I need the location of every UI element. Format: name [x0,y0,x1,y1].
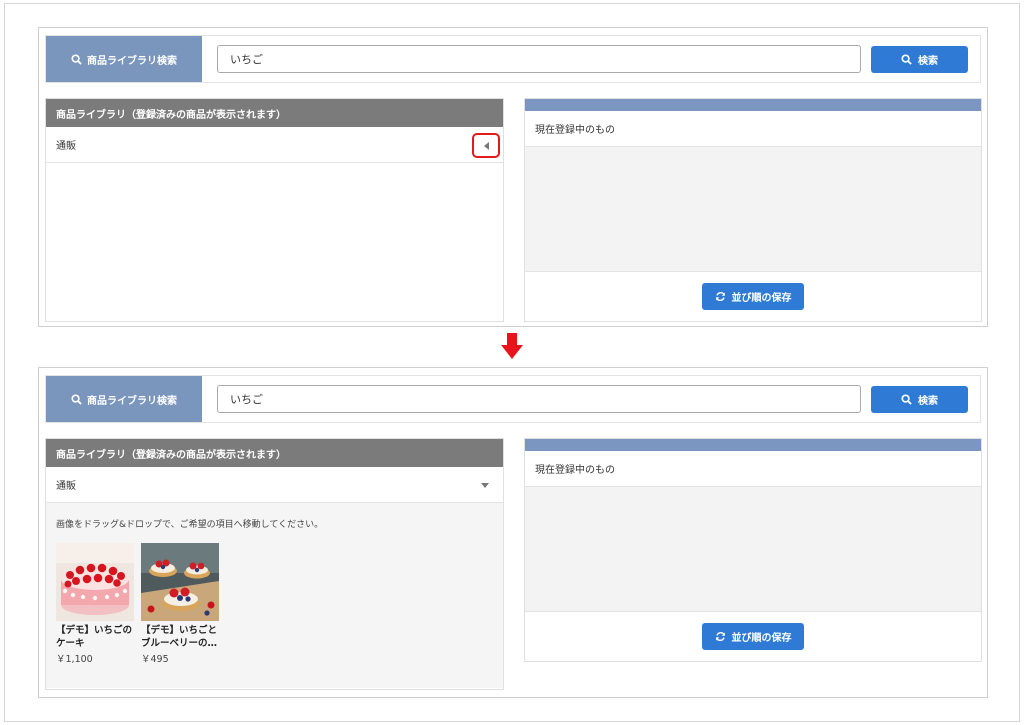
caret-left-icon [483,141,489,150]
search-input-value: いちご [230,53,263,66]
search-button-label: 検索 [918,396,938,407]
after-panel: 商品ライブラリ検索 いちご 検索 商品ライブラリ（登録済みの商品が表示されます）… [38,367,988,698]
product-card[interactable]: 【デモ】いちごとブルーベリーの… ￥495 [141,543,219,666]
search-button[interactable]: 検索 [871,46,968,73]
product-card[interactable]: 【デモ】いちごのケーキ ￥1,100 [56,543,134,666]
library-heading: 商品ライブラリ（登録済みの商品が表示されます） [46,99,503,127]
search-button-label: 検索 [918,56,938,67]
search-icon [71,53,82,65]
search-bar: 商品ライブラリ検索 いちご 検索 [45,35,981,83]
product-library: 商品ライブラリ（登録済みの商品が表示されます） 通販 [45,98,504,322]
search-input-value: いちご [230,393,263,406]
product-name: 【デモ】いちごのケーキ [56,625,133,649]
category-label: 通販 [56,141,76,152]
registered-list: 現在登録中のもの 並び順の保存 [524,98,982,322]
strawberry-blueberry-tart-image[interactable] [141,543,219,621]
search-label-text: 商品ライブラリ検索 [87,55,177,67]
registered-footer: 並び順の保存 [525,272,981,321]
category-label: 通販 [56,481,76,492]
library-heading: 商品ライブラリ（登録済みの商品が表示されます） [46,439,503,467]
product-name: 【デモ】いちごとブルーベリーの… [141,625,218,649]
search-bar: 商品ライブラリ検索 いちご 検索 [45,375,981,423]
before-panel: 商品ライブラリ検索 いちご 検索 商品ライブラリ（登録済みの商品が表示されます）… [38,27,988,327]
strawberry-cake-image[interactable] [56,543,134,621]
down-arrow-icon [501,333,523,359]
save-order-button[interactable]: 並び順の保存 [702,283,804,310]
category-row[interactable]: 通販 [46,467,503,503]
product-list: 【デモ】いちごのケーキ ￥1,100 【デモ】いちごとブルーベリーの… ￥495 [56,543,493,666]
search-icon [901,394,912,405]
registered-drop-zone[interactable] [525,147,981,272]
registered-title: 現在登録中のもの [525,111,981,147]
save-order-label: 並び順の保存 [731,633,792,644]
search-label: 商品ライブラリ検索 [46,376,202,422]
caret-down-icon[interactable] [481,483,489,488]
search-label-text: 商品ライブラリ検索 [87,395,177,407]
registered-drop-zone[interactable] [525,487,981,612]
registered-footer: 並び順の保存 [525,612,981,661]
product-price: ￥495 [141,654,169,665]
registered-list: 現在登録中のもの 並び順の保存 [524,438,982,662]
search-icon [71,393,82,405]
product-library: 商品ライブラリ（登録済みの商品が表示されます） 通販 画像をドラッグ&ドロップで… [45,438,504,690]
search-button[interactable]: 検索 [871,386,968,413]
search-input[interactable]: いちご [217,45,861,73]
search-label: 商品ライブラリ検索 [46,36,202,82]
save-order-label: 並び順の保存 [731,293,792,304]
save-order-button[interactable]: 並び順の保存 [702,623,804,650]
registered-title: 現在登録中のもの [525,451,981,487]
refresh-icon [715,291,725,302]
search-icon [901,54,912,65]
product-tray: 画像をドラッグ&ドロップで、ご希望の項目へ移動してください。 【デモ】いちごのケ… [46,503,503,688]
registered-header-bar [525,439,981,451]
refresh-icon [715,631,725,642]
product-price: ￥1,100 [56,654,93,665]
drag-hint: 画像をドラッグ&ドロップで、ご希望の項目へ移動してください。 [56,520,324,530]
category-row[interactable]: 通販 [46,127,503,163]
expand-toggle-highlight[interactable] [472,133,500,158]
search-input[interactable]: いちご [217,385,861,413]
registered-header-bar [525,99,981,111]
